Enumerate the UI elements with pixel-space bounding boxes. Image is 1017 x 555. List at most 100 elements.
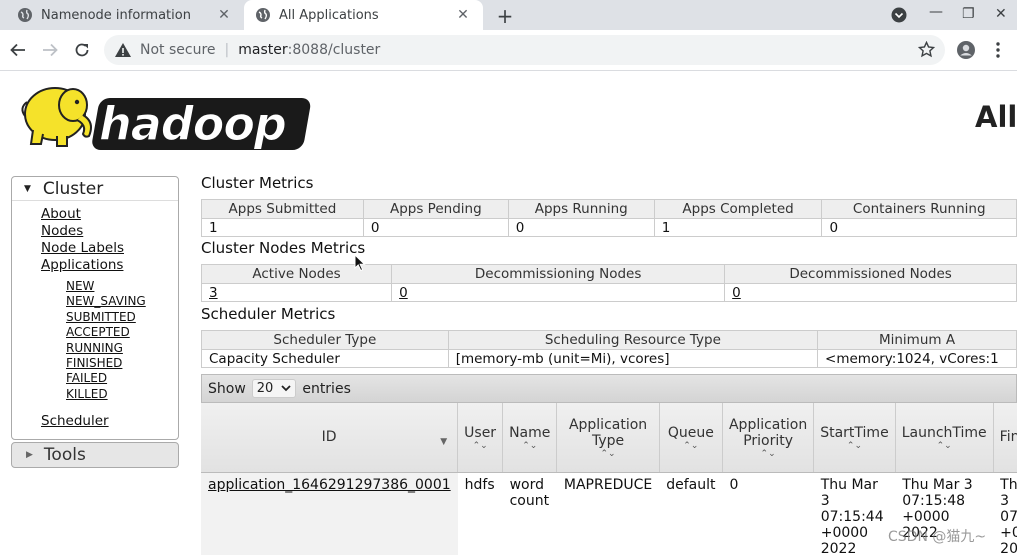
col-apps-running: Apps Running (507, 199, 655, 219)
warning-icon[interactable] (114, 41, 132, 59)
col-start-time[interactable]: StartTime ⌃⌄ (813, 403, 896, 473)
active-nodes-link[interactable]: 3 (209, 285, 218, 301)
minimum-allocation-value: <memory:1024, vCores:1 (817, 349, 1017, 368)
sidebar-link-new-saving[interactable]: NEW_SAVING (66, 294, 178, 309)
bookmark-star-icon[interactable] (917, 40, 936, 62)
scheduling-resource-type-value: [memory-mb (unit=Mi), vcores] (447, 349, 819, 368)
col-apps-submitted: Apps Submitted (201, 199, 364, 219)
profile-avatar-icon[interactable] (954, 38, 978, 62)
browser-toolbar: Not secure | master:8088/cluster (0, 30, 1017, 71)
tools-accordion-header[interactable]: ▶ Tools (11, 442, 179, 468)
col-scheduling-resource-type: Scheduling Resource Type (447, 330, 819, 350)
sort-icon: ⌃⌄ (600, 448, 616, 459)
col-application-priority-label: Application Priority (728, 416, 808, 449)
sidebar-link-scheduler[interactable]: Scheduler (41, 413, 178, 430)
entries-label: entries (302, 380, 351, 397)
decommissioned-nodes-link[interactable]: 0 (732, 285, 741, 301)
col-application-type-label: Application Type (568, 416, 648, 449)
window-close-icon[interactable]: ✕ (995, 6, 1007, 22)
sidebar-link-accepted[interactable]: ACCEPTED (66, 325, 178, 340)
col-launch-time-label: LaunchTime (901, 424, 987, 441)
sort-icon: ⌃⌄ (683, 440, 699, 451)
sidebar-link-applications[interactable]: Applications (41, 257, 178, 274)
col-finish-time[interactable]: FinishTim (993, 403, 1017, 473)
entries-select[interactable]: 20 (251, 379, 297, 398)
sort-desc-icon: ▼ (440, 437, 448, 447)
forward-icon[interactable] (38, 38, 62, 62)
nodes-metrics-table: Active Nodes Decommissioning Nodes Decom… (200, 264, 1017, 302)
tab-namenode-information[interactable]: Namenode information ✕ (8, 0, 244, 30)
col-launch-time[interactable]: LaunchTime ⌃⌄ (895, 403, 994, 473)
col-application-priority[interactable]: Application Priority ⌃⌄ (722, 403, 815, 473)
col-name-label: Name (509, 424, 551, 441)
apps-running-value: 0 (507, 218, 655, 237)
entries-select-value: 20 (256, 381, 274, 396)
close-tab-icon[interactable]: ✕ (212, 7, 236, 23)
col-containers-running: Containers Running (821, 199, 1017, 219)
sort-icon: ⌃⌄ (522, 440, 538, 451)
col-id[interactable]: ID ▼ (201, 403, 459, 473)
page-title: All (975, 100, 1017, 134)
minimize-icon[interactable]: — (929, 4, 943, 20)
col-name[interactable]: Name ⌃⌄ (502, 403, 558, 473)
col-decommissioning-nodes: Decommissioning Nodes (391, 264, 726, 284)
cluster-label: Cluster (42, 178, 104, 199)
tools-label: Tools (43, 445, 86, 465)
close-tab-icon[interactable]: ✕ (451, 7, 475, 23)
triangle-right-icon: ▶ (26, 450, 33, 460)
tab-all-applications[interactable]: All Applications ✕ (244, 0, 483, 30)
col-id-label: ID (321, 429, 337, 446)
svg-text:hadoop: hadoop (99, 97, 286, 151)
sidebar-cluster: ▼ Cluster About Nodes Node Labels Applic… (11, 176, 179, 440)
scheduler-metrics-title: Scheduler Metrics (201, 305, 336, 323)
cluster-metrics-title: Cluster Metrics (201, 174, 314, 192)
page-content: hadoop All ▼ Cluster About Nodes Node La… (0, 72, 1017, 555)
sort-icon: ⌃⌄ (936, 440, 952, 451)
scheduler-type-value: Capacity Scheduler (201, 349, 449, 368)
globe-icon (255, 7, 271, 23)
triangle-down-icon: ▼ (24, 183, 31, 194)
show-label: Show (208, 380, 246, 397)
user-cell: hdfs (457, 472, 503, 555)
decommissioning-nodes-link[interactable]: 0 (399, 285, 408, 301)
restore-icon[interactable]: ❐ (962, 6, 975, 22)
cluster-accordion-header[interactable]: ▼ Cluster (12, 177, 178, 201)
application-type-cell: MAPREDUCE (556, 472, 660, 555)
sidebar-link-new[interactable]: NEW (66, 279, 178, 294)
col-application-type[interactable]: Application Type ⌃⌄ (556, 403, 660, 473)
col-user[interactable]: User ⌃⌄ (457, 403, 504, 473)
back-icon[interactable] (6, 38, 30, 62)
col-scheduler-type: Scheduler Type (201, 330, 449, 350)
nodes-metrics-title: Cluster Nodes Metrics (201, 239, 366, 257)
security-label[interactable]: Not secure (140, 42, 216, 58)
sort-icon: ⌃⌄ (472, 440, 488, 451)
new-tab-button[interactable]: + (494, 4, 516, 28)
address-bar[interactable]: Not secure | master:8088/cluster (104, 35, 945, 65)
col-decommissioned-nodes: Decommissioned Nodes (724, 264, 1017, 284)
url-host: master (238, 42, 288, 58)
sidebar-link-about[interactable]: About (41, 206, 178, 223)
col-user-label: User (464, 424, 497, 441)
separator: | (224, 42, 230, 58)
sort-icon: ⌃⌄ (846, 440, 862, 451)
apps-completed-value: 1 (653, 218, 823, 237)
sidebar-link-node-labels[interactable]: Node Labels (41, 240, 178, 257)
globe-icon (17, 7, 33, 23)
sidebar-link-finished[interactable]: FINISHED (66, 356, 178, 371)
col-apps-pending: Apps Pending (362, 199, 509, 219)
sidebar-link-failed[interactable]: FAILED (66, 371, 178, 386)
tab-search-icon[interactable] (890, 6, 908, 28)
priority-cell: 0 (722, 472, 814, 555)
mouse-cursor-icon (354, 253, 366, 276)
sidebar-link-killed[interactable]: KILLED (66, 387, 178, 402)
application-id-link[interactable]: application_1646291297386_0001 (208, 477, 451, 493)
col-queue[interactable]: Queue ⌃⌄ (659, 403, 723, 473)
sidebar-link-running[interactable]: RUNNING (66, 341, 178, 356)
sidebar-link-nodes[interactable]: Nodes (41, 223, 178, 240)
menu-kebab-icon[interactable] (986, 38, 1010, 62)
col-minimum-allocation: Minimum A (817, 330, 1017, 350)
chevron-down-icon (281, 381, 291, 396)
sidebar-link-submitted[interactable]: SUBMITTED (66, 310, 178, 325)
reload-icon[interactable] (70, 38, 94, 62)
col-queue-label: Queue (667, 424, 714, 441)
